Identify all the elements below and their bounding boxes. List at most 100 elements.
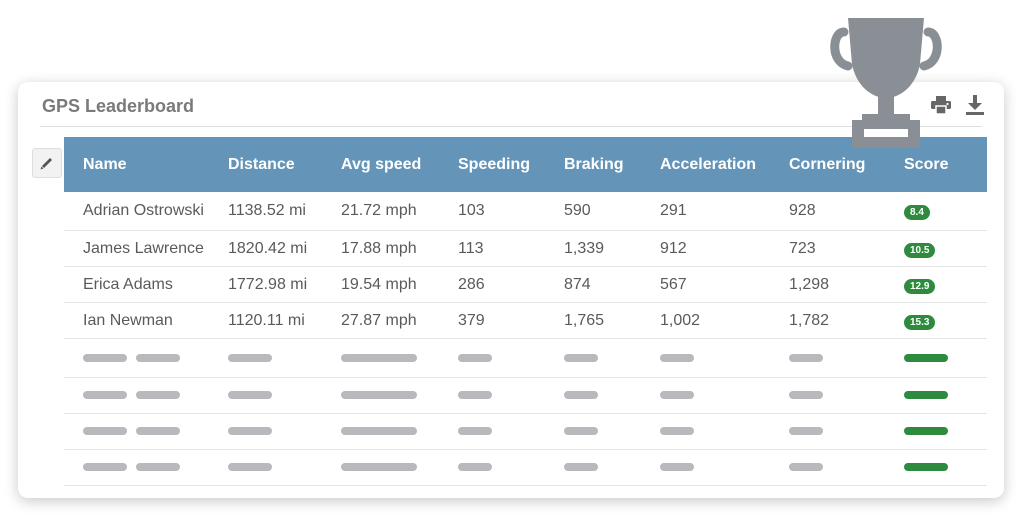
placeholder-cell — [64, 449, 209, 486]
placeholder-bar — [564, 463, 598, 472]
placeholder-cell — [64, 377, 209, 414]
placeholder-bar — [83, 427, 127, 436]
placeholder-cell — [64, 338, 209, 378]
placeholder-bar — [136, 463, 180, 472]
cell-score: 8.4 — [885, 192, 987, 231]
placeholder-bar — [660, 353, 694, 362]
placeholder-bar — [228, 353, 272, 362]
placeholder-bar — [458, 463, 492, 472]
cell-distance: 1772.98 mi — [209, 266, 322, 303]
column-header-braking[interactable]: Braking — [545, 137, 641, 192]
cell-score: 10.5 — [885, 230, 987, 267]
placeholder-bar — [904, 353, 948, 362]
placeholder-bar — [564, 391, 598, 400]
placeholder-bar — [458, 353, 492, 362]
placeholder-cell — [770, 338, 885, 378]
leaderboard-table-wrapper: Name Distance Avg speed Speeding Braking… — [64, 137, 987, 486]
column-header-avg-speed[interactable]: Avg speed — [322, 137, 439, 192]
placeholder-cell — [641, 413, 770, 450]
trophy-icon — [830, 18, 942, 148]
placeholder-bar — [458, 391, 492, 400]
column-header-acceleration[interactable]: Acceleration — [641, 137, 770, 192]
placeholder-bar — [228, 463, 272, 472]
placeholder-cell — [770, 449, 885, 486]
placeholder-bar — [341, 427, 417, 436]
placeholder-cell — [641, 449, 770, 486]
cell-name: Adrian Ostrowski — [64, 192, 209, 231]
placeholder-bar — [789, 463, 823, 472]
placeholder-bar — [789, 353, 823, 362]
placeholder-bar — [341, 353, 417, 362]
cell-acceleration: 1,002 — [641, 302, 770, 339]
placeholder-row — [64, 413, 987, 450]
placeholder-cell — [641, 377, 770, 414]
placeholder-bar — [904, 463, 948, 472]
download-button[interactable] — [964, 94, 986, 116]
placeholder-cell — [545, 338, 641, 378]
placeholder-cell — [885, 413, 987, 450]
cell-acceleration: 912 — [641, 230, 770, 267]
score-badge: 12.9 — [904, 278, 936, 294]
placeholder-cell — [545, 449, 641, 486]
placeholder-cell — [885, 338, 987, 378]
cell-speeding: 113 — [439, 230, 545, 267]
cell-avg-speed: 17.88 mph — [322, 230, 439, 267]
placeholder-bar — [136, 391, 180, 400]
placeholder-bar — [83, 391, 127, 400]
placeholder-bar — [136, 353, 180, 362]
table-row[interactable]: James Lawrence 1820.42 mi 17.88 mph 113 … — [64, 230, 987, 267]
placeholder-bar — [789, 391, 823, 400]
placeholder-cell — [770, 413, 885, 450]
placeholder-row — [64, 449, 987, 486]
cell-cornering: 723 — [770, 230, 885, 267]
download-icon — [966, 95, 984, 115]
cell-braking: 590 — [545, 192, 641, 231]
placeholder-bar — [341, 391, 417, 400]
placeholder-bar — [789, 427, 823, 436]
placeholder-cell — [64, 413, 209, 450]
table-row[interactable]: Adrian Ostrowski 1138.52 mi 21.72 mph 10… — [64, 192, 987, 231]
placeholder-rows — [64, 338, 987, 486]
card-title: GPS Leaderboard — [42, 96, 195, 116]
column-header-speeding[interactable]: Speeding — [439, 137, 545, 192]
placeholder-cell — [885, 377, 987, 414]
cell-avg-speed: 27.87 mph — [322, 302, 439, 339]
cell-name: James Lawrence — [64, 230, 209, 267]
cell-speeding: 286 — [439, 266, 545, 303]
placeholder-cell — [209, 449, 322, 486]
cell-acceleration: 291 — [641, 192, 770, 231]
table-row[interactable]: Ian Newman 1120.11 mi 27.87 mph 379 1,76… — [64, 302, 987, 339]
placeholder-bar — [564, 427, 598, 436]
placeholder-bar — [341, 463, 417, 472]
placeholder-bar — [458, 427, 492, 436]
placeholder-row — [64, 338, 987, 378]
placeholder-cell — [641, 338, 770, 378]
placeholder-cell — [209, 377, 322, 414]
placeholder-cell — [770, 377, 885, 414]
cell-score: 12.9 — [885, 266, 987, 303]
placeholder-cell — [545, 377, 641, 414]
cell-cornering: 1,298 — [770, 266, 885, 303]
placeholder-bar — [83, 463, 127, 472]
cell-score: 15.3 — [885, 302, 987, 339]
cell-avg-speed: 21.72 mph — [322, 192, 439, 231]
column-header-name[interactable]: Name — [64, 137, 209, 192]
cell-cornering: 928 — [770, 192, 885, 231]
table-row[interactable]: Erica Adams 1772.98 mi 19.54 mph 286 874… — [64, 266, 987, 303]
placeholder-bar — [904, 427, 948, 436]
placeholder-bar — [660, 463, 694, 472]
placeholder-bar — [660, 427, 694, 436]
cell-name: Ian Newman — [64, 302, 209, 339]
placeholder-bar — [660, 391, 694, 400]
column-header-distance[interactable]: Distance — [209, 137, 322, 192]
edit-button[interactable] — [32, 148, 62, 178]
score-badge: 10.5 — [904, 242, 936, 258]
cell-braking: 1,339 — [545, 230, 641, 267]
cell-acceleration: 567 — [641, 266, 770, 303]
cell-speeding: 103 — [439, 192, 545, 231]
placeholder-bar — [228, 391, 272, 400]
placeholder-cell — [439, 338, 545, 378]
placeholder-cell — [545, 413, 641, 450]
placeholder-cell — [439, 413, 545, 450]
placeholder-cell — [209, 413, 322, 450]
